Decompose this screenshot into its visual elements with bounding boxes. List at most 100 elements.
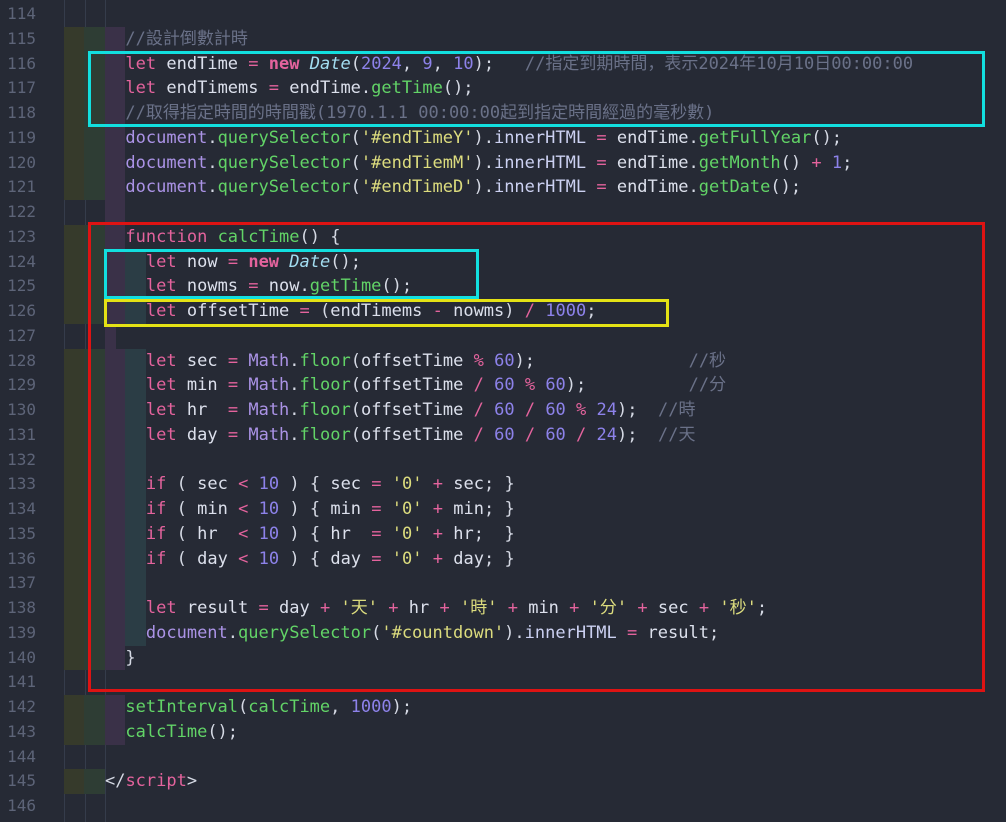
code-token: document xyxy=(125,153,207,173)
code-text: </script> xyxy=(64,769,197,794)
code-line[interactable]: 143 calcTime(); xyxy=(0,720,1006,745)
code-token: (); xyxy=(770,177,801,197)
code-token: ). xyxy=(473,153,493,173)
code-token xyxy=(64,153,125,173)
code-token: innerHTML xyxy=(494,128,586,148)
code-token: > xyxy=(187,771,197,791)
code-token: . xyxy=(688,128,698,148)
line-number: 118 xyxy=(0,101,36,126)
annotation-box-now-cyan xyxy=(104,249,479,299)
line-number: 120 xyxy=(0,151,36,176)
code-token: . xyxy=(207,177,217,197)
code-token: . xyxy=(207,128,217,148)
line-number: 134 xyxy=(0,497,36,522)
code-line[interactable]: 115 //設計倒數計時 xyxy=(0,27,1006,52)
line-number: 137 xyxy=(0,571,36,596)
line-number: 142 xyxy=(0,695,36,720)
code-token: '#endTimeD' xyxy=(361,177,474,197)
code-token xyxy=(607,177,617,197)
code-token: getDate xyxy=(699,177,771,197)
code-editor[interactable]: 114115 //設計倒數計時116 let endTime = new Dat… xyxy=(0,0,1006,822)
line-number: 143 xyxy=(0,720,36,745)
line-number: 117 xyxy=(0,76,36,101)
code-token: endTime xyxy=(617,177,689,197)
code-token: document xyxy=(125,128,207,148)
line-number: 130 xyxy=(0,398,36,423)
code-token: innerHTML xyxy=(494,177,586,197)
code-line[interactable]: 119 document.querySelector('#endTimeY').… xyxy=(0,126,1006,151)
code-token: () xyxy=(781,153,801,173)
code-text: document.querySelector('#endTimeD').inne… xyxy=(64,175,801,200)
code-token xyxy=(801,153,811,173)
code-token: getMonth xyxy=(699,153,781,173)
line-number: 123 xyxy=(0,225,36,250)
code-token: . xyxy=(688,153,698,173)
code-token xyxy=(64,697,125,717)
code-line[interactable]: 120 document.querySelector('#endTiemM').… xyxy=(0,151,1006,176)
code-token xyxy=(822,153,832,173)
code-token: </ xyxy=(105,771,125,791)
line-number: 128 xyxy=(0,349,36,374)
code-token: document xyxy=(125,177,207,197)
code-text: document.querySelector('#endTiemM').inne… xyxy=(64,151,852,176)
indent-band xyxy=(64,571,84,596)
line-number: 116 xyxy=(0,52,36,77)
line-number: 140 xyxy=(0,646,36,671)
code-token xyxy=(64,722,125,742)
code-token: endTime xyxy=(617,153,689,173)
line-number: 124 xyxy=(0,250,36,275)
line-number: 146 xyxy=(0,794,36,819)
code-token: //設計倒數計時 xyxy=(125,29,247,49)
code-token: getFullYear xyxy=(699,128,812,148)
line-number: 121 xyxy=(0,175,36,200)
code-token xyxy=(64,128,125,148)
line-number: 136 xyxy=(0,547,36,572)
line-number: 138 xyxy=(0,596,36,621)
line-number: 145 xyxy=(0,769,36,794)
code-token: ( xyxy=(238,697,248,717)
code-token: calcTime xyxy=(125,722,207,742)
code-line[interactable]: 146 xyxy=(0,794,1006,819)
code-token: 1 xyxy=(832,153,842,173)
code-token: (); xyxy=(811,128,842,148)
line-number: 122 xyxy=(0,200,36,225)
line-number: 135 xyxy=(0,522,36,547)
code-token xyxy=(340,697,350,717)
line-number: 144 xyxy=(0,745,36,770)
code-text: document.querySelector('#endTimeY').inne… xyxy=(64,126,842,151)
code-line[interactable]: 144 xyxy=(0,745,1006,770)
code-line[interactable]: 121 document.querySelector('#endTimeD').… xyxy=(0,175,1006,200)
code-token: . xyxy=(688,177,698,197)
line-number: 141 xyxy=(0,670,36,695)
code-token xyxy=(607,153,617,173)
code-token: ( xyxy=(351,177,361,197)
code-line[interactable]: 142 setInterval(calcTime, 1000); xyxy=(0,695,1006,720)
code-token: '#endTimeY' xyxy=(361,128,474,148)
code-token: querySelector xyxy=(218,153,351,173)
annotation-box-endtime-cyan xyxy=(88,51,985,127)
line-number: 132 xyxy=(0,448,36,473)
code-text: setInterval(calcTime, 1000); xyxy=(64,695,412,720)
code-line[interactable]: 145 </script> xyxy=(0,769,1006,794)
code-token: innerHTML xyxy=(494,153,586,173)
code-token: querySelector xyxy=(218,128,351,148)
code-token: ; xyxy=(842,153,852,173)
line-number: 119 xyxy=(0,126,36,151)
line-number: 126 xyxy=(0,299,36,324)
code-token: querySelector xyxy=(218,177,351,197)
code-token: ( xyxy=(351,153,361,173)
indent-band xyxy=(64,448,84,473)
line-number: 129 xyxy=(0,373,36,398)
code-token xyxy=(64,771,105,791)
code-token: + xyxy=(811,153,821,173)
line-number: 139 xyxy=(0,621,36,646)
code-token: calcTime xyxy=(248,697,330,717)
line-number: 115 xyxy=(0,27,36,52)
code-token: script xyxy=(125,771,186,791)
code-token xyxy=(586,128,596,148)
code-token xyxy=(64,177,125,197)
code-token: . xyxy=(207,153,217,173)
code-line[interactable]: 114 xyxy=(0,2,1006,27)
code-token: (); xyxy=(207,722,238,742)
code-token: 1000 xyxy=(351,697,392,717)
